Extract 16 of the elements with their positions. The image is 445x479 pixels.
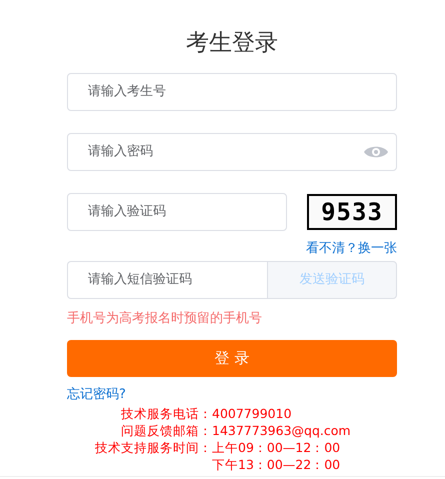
forgot-password-link[interactable]: 忘记密码?	[67, 385, 126, 404]
contact-value: 下午13：00—22：00	[212, 456, 340, 473]
refresh-captcha-link[interactable]: 看不清？换一张	[306, 240, 397, 256]
page-title: 考生登录	[185, 29, 279, 58]
contact-label: 技术服务电话：	[120, 405, 212, 422]
contact-value: 4007799010	[212, 405, 292, 422]
contact-label: 问题反馈邮箱：	[120, 422, 212, 439]
password-field[interactable]: 请输入密码	[67, 132, 397, 170]
contact-value: 1437773963@qq.com	[212, 422, 351, 439]
captcha-image: 9533	[307, 194, 397, 230]
contact-label: 技术支持服务时间：	[94, 439, 212, 456]
username-field[interactable]: 请输入考生号	[67, 72, 397, 110]
login-button[interactable]: 登 录	[67, 340, 397, 377]
captcha-field[interactable]: 请输入验证码	[67, 192, 287, 230]
hint-text: 手机号为高考报名时预留的手机号	[67, 310, 263, 328]
contact-value: 上午09：00—12：00	[212, 439, 340, 456]
